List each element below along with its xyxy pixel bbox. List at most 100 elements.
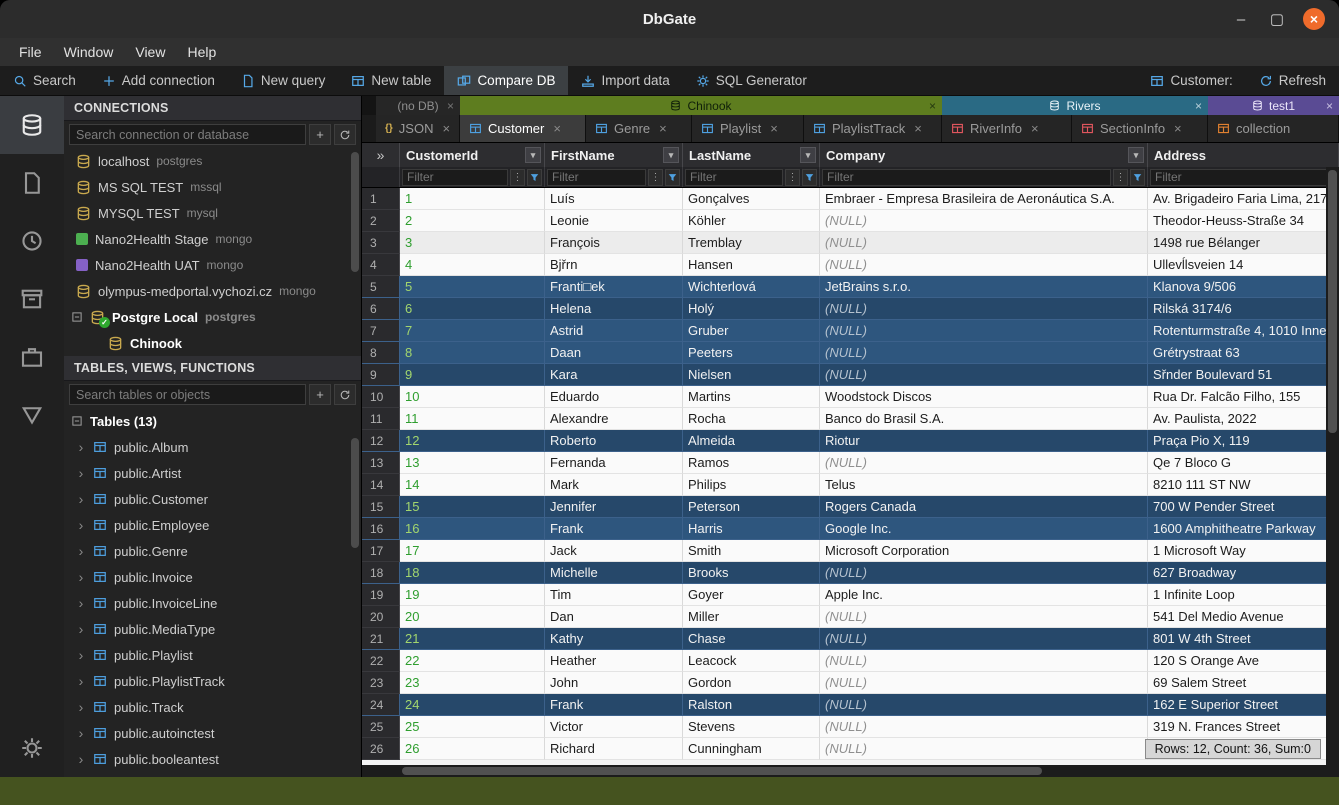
rail-file-button[interactable] xyxy=(0,154,64,212)
db-tab-chinook[interactable]: Chinook× xyxy=(460,96,942,115)
cell-company[interactable]: (NULL) xyxy=(820,716,1148,738)
rail-filter-triangle-button[interactable] xyxy=(0,386,64,444)
table-row[interactable]: 1212RobertoAlmeidaRioturPraça Pio X, 119 xyxy=(362,430,1339,452)
cell-lastname[interactable]: Cunningham xyxy=(683,738,820,760)
cell-firstname[interactable]: Fernanda xyxy=(545,452,683,474)
cell-lastname[interactable]: Holý xyxy=(683,298,820,320)
cell-address[interactable]: Rilská 3174/6 xyxy=(1148,298,1339,320)
cell-company[interactable]: Telus xyxy=(820,474,1148,496)
menu-view[interactable]: View xyxy=(124,41,176,63)
cell-lastname[interactable]: Almeida xyxy=(683,430,820,452)
cell-address[interactable]: Theodor-Heuss-Straße 34 xyxy=(1148,210,1339,232)
cell-firstname[interactable]: Kara xyxy=(545,364,683,386)
cell-address[interactable]: Sřnder Boulevard 51 xyxy=(1148,364,1339,386)
cell-company[interactable]: (NULL) xyxy=(820,694,1148,716)
cell-lastname[interactable]: Philips xyxy=(683,474,820,496)
file-tab-sectioninfo[interactable]: SectionInfo× xyxy=(1072,115,1208,142)
filter-funnel-button[interactable] xyxy=(802,169,817,186)
toolbar-new-query-button[interactable]: New query xyxy=(228,66,339,95)
cell-lastname[interactable]: Martins xyxy=(683,386,820,408)
cell-firstname[interactable]: Eduardo xyxy=(545,386,683,408)
cell-customerid[interactable]: 9 xyxy=(400,364,545,386)
cell-address[interactable]: 1498 rue Bélanger xyxy=(1148,232,1339,254)
cell-firstname[interactable]: Alexandre xyxy=(545,408,683,430)
file-tab-riverinfo[interactable]: RiverInfo× xyxy=(942,115,1072,142)
table-item-public-playlist[interactable]: ›public.Playlist xyxy=(64,642,361,668)
cell-customerid[interactable]: 3 xyxy=(400,232,545,254)
rail-history-button[interactable] xyxy=(0,212,64,270)
cell-firstname[interactable]: Frank xyxy=(545,518,683,540)
rail-gear-button[interactable] xyxy=(0,719,64,777)
table-row[interactable]: 66HelenaHolý(NULL)Rilská 3174/6 xyxy=(362,298,1339,320)
table-row[interactable]: 2323JohnGordon(NULL)69 Salem Street xyxy=(362,672,1339,694)
cell-firstname[interactable]: Frank xyxy=(545,694,683,716)
table-item-public-album[interactable]: ›public.Album xyxy=(64,434,361,460)
cell-customerid[interactable]: 17 xyxy=(400,540,545,562)
filter-menu-button[interactable]: ⋮ xyxy=(510,169,525,186)
file-tab-customer[interactable]: Customer× xyxy=(460,115,586,142)
cell-address[interactable]: Qe 7 Bloco G xyxy=(1148,452,1339,474)
table-row[interactable]: 22LeonieKöhler(NULL)Theodor-Heuss-Straße… xyxy=(362,210,1339,232)
connections-refresh-button[interactable] xyxy=(334,124,356,145)
connections-scrollbar[interactable] xyxy=(351,152,359,272)
table-row[interactable]: 1515JenniferPetersonRogers Canada700 W P… xyxy=(362,496,1339,518)
cell-customerid[interactable]: 24 xyxy=(400,694,545,716)
cell-address[interactable]: Klanova 9/506 xyxy=(1148,276,1339,298)
toolbar-sql-generator-button[interactable]: SQL Generator xyxy=(683,66,820,95)
cell-company[interactable]: (NULL) xyxy=(820,650,1148,672)
table-item-public-playlisttrack[interactable]: ›public.PlaylistTrack xyxy=(64,668,361,694)
cell-address[interactable]: 8210 111 ST NW xyxy=(1148,474,1339,496)
cell-customerid[interactable]: 22 xyxy=(400,650,545,672)
cell-lastname[interactable]: Tremblay xyxy=(683,232,820,254)
table-item-public-customer[interactable]: ›public.Customer xyxy=(64,486,361,512)
cell-lastname[interactable]: Ramos xyxy=(683,452,820,474)
cell-lastname[interactable]: Smith xyxy=(683,540,820,562)
cell-address[interactable]: 69 Salem Street xyxy=(1148,672,1339,694)
cell-company[interactable]: (NULL) xyxy=(820,606,1148,628)
connection-item-nano2health-stage[interactable]: Nano2Health Stagemongo xyxy=(64,226,361,252)
toolbar-search-button[interactable]: Search xyxy=(0,66,89,95)
vertical-scrollbar[interactable] xyxy=(1326,167,1339,765)
cell-address[interactable]: 541 Del Medio Avenue xyxy=(1148,606,1339,628)
grid-corner-button[interactable]: » xyxy=(362,143,400,167)
toolbar-refresh-button[interactable]: Refresh xyxy=(1246,66,1339,95)
filter-input-firstname[interactable] xyxy=(547,169,646,186)
cell-address[interactable]: Grétrystraat 63 xyxy=(1148,342,1339,364)
table-row[interactable]: 11LuísGonçalvesEmbraer - Empresa Brasile… xyxy=(362,188,1339,210)
cell-company[interactable]: (NULL) xyxy=(820,232,1148,254)
connection-item-ms-sql-test[interactable]: MS SQL TESTmssql xyxy=(64,174,361,200)
cell-company[interactable]: Microsoft Corporation xyxy=(820,540,1148,562)
table-item-public-autoinctest[interactable]: ›public.autoinctest xyxy=(64,720,361,746)
cell-firstname[interactable]: Daan xyxy=(545,342,683,364)
table-row[interactable]: 1818MichelleBrooks(NULL)627 Broadway xyxy=(362,562,1339,584)
cell-lastname[interactable]: Leacock xyxy=(683,650,820,672)
rail-database-button[interactable] xyxy=(0,96,64,154)
cell-customerid[interactable]: 8 xyxy=(400,342,545,364)
cell-firstname[interactable]: Victor xyxy=(545,716,683,738)
cell-address[interactable]: 162 E Superior Street xyxy=(1148,694,1339,716)
cell-address[interactable]: 1600 Amphitheatre Parkway xyxy=(1148,518,1339,540)
table-row[interactable]: 2525VictorStevens(NULL)319 N. Frances St… xyxy=(362,716,1339,738)
cell-firstname[interactable]: Astrid xyxy=(545,320,683,342)
tables-group[interactable]: Tables (13) xyxy=(64,408,361,434)
cell-address[interactable]: 1 Microsoft Way xyxy=(1148,540,1339,562)
table-row[interactable]: 44BjřrnHansen(NULL)Ullevĺlsveien 14 xyxy=(362,254,1339,276)
cell-lastname[interactable]: Gonçalves xyxy=(683,188,820,210)
filter-input-company[interactable] xyxy=(822,169,1111,186)
cell-lastname[interactable]: Harris xyxy=(683,518,820,540)
file-tab-collection[interactable]: collection xyxy=(1208,115,1339,142)
table-row[interactable]: 33FrançoisTremblay(NULL)1498 rue Bélange… xyxy=(362,232,1339,254)
cell-customerid[interactable]: 13 xyxy=(400,452,545,474)
tables-refresh-button[interactable] xyxy=(334,384,356,405)
menu-window[interactable]: Window xyxy=(53,41,125,63)
table-item-public-invoice[interactable]: ›public.Invoice xyxy=(64,564,361,590)
maximize-button[interactable]: ▢ xyxy=(1267,10,1287,28)
column-header-lastname[interactable]: LastName▾ xyxy=(683,143,820,167)
minimize-button[interactable]: – xyxy=(1231,11,1251,28)
cell-customerid[interactable]: 21 xyxy=(400,628,545,650)
table-row[interactable]: 88DaanPeeters(NULL)Grétrystraat 63 xyxy=(362,342,1339,364)
table-row[interactable]: 1414MarkPhilipsTelus8210 111 ST NW xyxy=(362,474,1339,496)
tables-scrollbar[interactable] xyxy=(351,438,359,548)
table-item-public-artist[interactable]: ›public.Artist xyxy=(64,460,361,486)
cell-company[interactable]: (NULL) xyxy=(820,320,1148,342)
